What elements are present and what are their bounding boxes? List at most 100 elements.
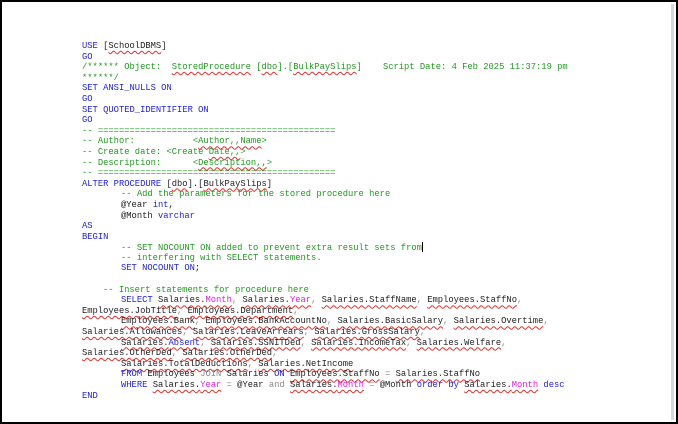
code-token: Year <box>200 380 222 390</box>
code-token: ] <box>161 41 167 51</box>
code-token: Salaries. <box>157 295 206 306</box>
code-line: END <box>82 391 568 402</box>
code-token: GO <box>82 51 93 62</box>
code-token: , <box>516 295 523 306</box>
code-line: -- SET NOCOUNT ON added to prevent extra… <box>82 242 568 253</box>
code-line: @Month varchar <box>82 211 568 222</box>
code-token: order by <box>416 380 465 390</box>
code-token: Salaries.Allowances <box>82 327 183 338</box>
code-line: ALTER PROCEDURE [dbo].[BulkPaySlips] <box>82 179 568 190</box>
code-token: SELECT <box>121 295 158 306</box>
code-line: AS <box>82 221 568 232</box>
code-token: desc <box>538 380 565 390</box>
code-token: SchoolDBMS <box>108 41 162 51</box>
code-token: ] <box>266 178 273 189</box>
code-token: BEGIN <box>82 231 109 242</box>
code-token: , <box>311 295 322 306</box>
code-token: Date,, <box>208 146 241 157</box>
code-token: Month <box>511 380 539 390</box>
code-token: , <box>168 199 174 210</box>
vertical-scrollbar[interactable] <box>671 4 674 420</box>
code-token: Salaries.Overtime <box>453 316 544 327</box>
code-token: , <box>171 348 183 359</box>
code-line: -- Insert statements for procedure here <box>82 285 568 296</box>
code-line: GO <box>82 52 568 63</box>
code-token: , <box>200 337 211 348</box>
code-token: SET NOCOUNT ON <box>121 263 195 274</box>
code-token: dbo <box>261 62 278 73</box>
code-token: /****** Object: <box>82 62 172 73</box>
code-token: Salaries.BasicSalary <box>337 316 444 327</box>
code-line: FROM Employees JOIN Salaries ON Employee… <box>82 369 568 380</box>
code-line: -- =====================================… <box>82 168 568 179</box>
code-line: Salaries.TotalDeductions, Salaries.NetIn… <box>82 359 568 370</box>
code-token: ; <box>194 263 201 274</box>
code-token: Salaries. <box>289 380 338 390</box>
code-token: = <box>221 380 238 390</box>
query-editor-window: USE [SchoolDBMS] GO/****** Object: Stored… <box>0 0 678 424</box>
code-token: END <box>82 390 98 401</box>
code-token: GO <box>82 93 93 104</box>
code-line: -- Create date: <Create Date,,> <box>82 147 568 158</box>
code-token: AS <box>82 221 93 232</box>
code-token: -- =====================================… <box>82 168 336 179</box>
code-token: -- Create date: <Create <box>82 146 209 157</box>
code-line: Employees.JobTitle, Employees.Department… <box>82 306 568 317</box>
code-token: @Year <box>237 380 269 390</box>
code-line: -- Description: <Description,,> <box>82 158 568 169</box>
code-token: Salaries. <box>464 380 512 390</box>
code-token: > <box>261 136 267 147</box>
code-token: Salaries <box>226 369 275 380</box>
code-line: SET NOCOUNT ON; <box>82 263 568 274</box>
code-line: -- =====================================… <box>82 126 568 137</box>
code-token: -- =====================================… <box>82 125 336 136</box>
code-line: /****** Object: StoredProcedure [dbo].[B… <box>82 62 568 73</box>
code-token: , <box>182 327 193 338</box>
code-token: -- Insert statements for procedure here <box>103 284 309 295</box>
code-token: Salaries.SSNITDed <box>210 337 301 348</box>
code-token: -- Author: < <box>82 136 199 147</box>
code-token: Salaries.TotalDeductions <box>121 358 248 369</box>
code-token: Salaries.OtherDed <box>182 348 273 359</box>
code-token: JOIN <box>200 369 227 380</box>
code-token: , <box>416 295 428 306</box>
code-token: int <box>152 199 169 210</box>
code-token: , <box>247 358 259 369</box>
code-token: , <box>501 337 507 348</box>
code-token: Month <box>337 380 364 390</box>
code-token: BulkPaySlips <box>293 62 357 73</box>
code-token: Salaries.GrossSalary <box>314 327 420 338</box>
code-token: , <box>419 327 426 338</box>
code-line: USE [SchoolDBMS] <box>82 41 568 52</box>
code-token: , <box>177 305 188 316</box>
code-token: , <box>272 348 278 359</box>
code-token: , <box>326 316 338 327</box>
code-token: Salaries. <box>152 380 201 390</box>
code-line: BEGIN <box>82 232 568 243</box>
code-token: Employees.JobTitle <box>82 305 178 316</box>
code-line: -- interfering with SELECT statements. <box>82 253 568 264</box>
code-token: Salaries.NetIncome <box>258 358 354 369</box>
code-token: Salaries.StaffNo <box>395 369 481 380</box>
code-token: BulkPaySlips <box>203 178 267 189</box>
code-token: , <box>443 316 454 327</box>
code-token: Month <box>205 295 232 306</box>
code-token: -- Add the parameters for the stored pro… <box>121 189 391 200</box>
code-line: GO <box>82 94 568 105</box>
code-token: -- Description: < <box>82 157 199 168</box>
code-token: ] Script Date: 4 Feb 2025 11:37:19 pm <box>356 62 568 73</box>
code-token: @Month <box>121 210 158 221</box>
code-token: Salaries.OtherDed <box>82 348 172 359</box>
code-token: Description,, <box>198 157 267 168</box>
code-token: SET ANSI_NULLS ON <box>82 83 172 94</box>
code-token: SET QUOTED_IDENTIFIER ON <box>82 104 209 115</box>
code-token: Employees <box>147 369 201 380</box>
code-token: ******/ <box>82 72 119 83</box>
code-token: @Month <box>379 380 417 390</box>
code-token: Employees.StaffNo <box>427 295 517 306</box>
code-token: ].[ <box>187 178 204 189</box>
sql-editor[interactable]: USE [SchoolDBMS] GO/****** Object: Stored… <box>82 41 568 401</box>
code-token: , <box>406 337 417 348</box>
code-token: Employees.StaffNo <box>289 369 380 380</box>
